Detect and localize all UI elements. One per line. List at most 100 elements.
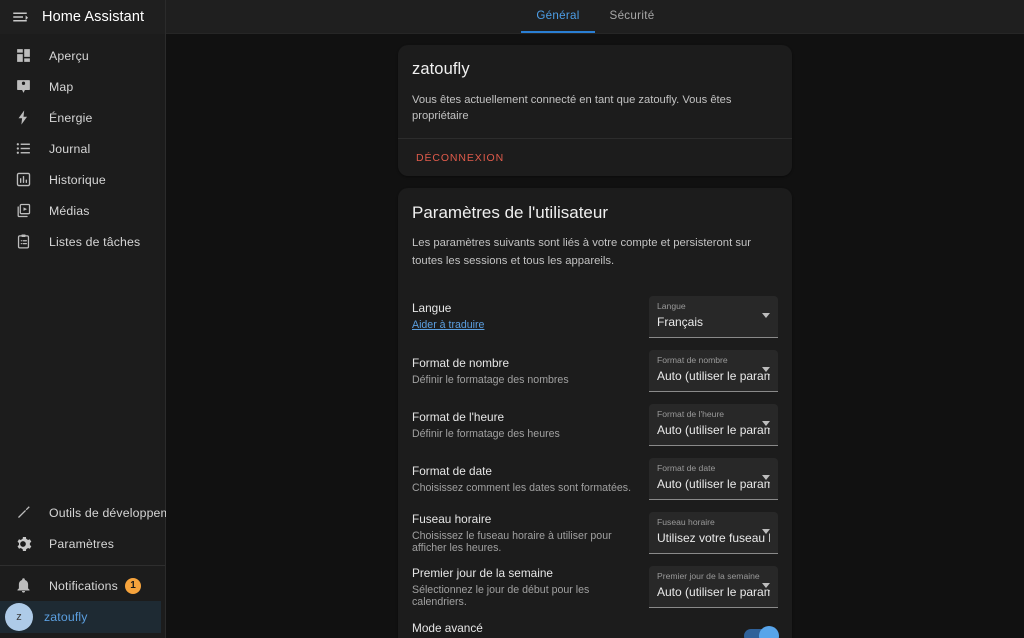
select-value: Utilisez votre fuseau h <box>657 530 770 545</box>
select-label: Langue <box>657 301 686 312</box>
menu-open-icon[interactable] <box>6 3 34 31</box>
tab-general[interactable]: Général <box>521 0 595 33</box>
setting-row-premier-jour-de-la-semaine: Premier jour de la semaine Sélectionnez … <box>412 560 778 614</box>
setting-title: Fuseau horaire <box>412 512 492 527</box>
setting-title: Format de nombre <box>412 356 510 371</box>
setting-description: Choisissez comment les dates sont format… <box>412 482 632 495</box>
setting-title: Premier jour de la semaine <box>412 566 553 581</box>
sidebar-item-medias[interactable]: Médias <box>0 195 161 226</box>
select-label: Format de nombre <box>657 355 728 366</box>
user-settings-title: Paramètres de l'utilisateur <box>412 203 608 223</box>
setting-description: Définir le formatage des heures <box>412 428 560 441</box>
sidebar-item-label: Paramètres <box>49 536 115 551</box>
select-label: Premier jour de la semaine <box>657 571 760 582</box>
account-card-description: Vous êtes actuellement connecté en tant … <box>412 94 732 123</box>
account-card: zatoufly Vous êtes actuellement connecté… <box>398 45 792 177</box>
sidebar-item-label: Journal <box>49 141 91 156</box>
sidebar-item-user-profile[interactable]: z zatoufly <box>0 601 161 633</box>
account-card-title: zatoufly <box>412 60 470 78</box>
format-list-bulleted-icon <box>11 137 35 161</box>
avatar: z <box>5 603 33 631</box>
setting-description: Définir le formatage des nombres <box>412 374 569 387</box>
tab-securite[interactable]: Sécurité <box>595 0 669 33</box>
logout-button[interactable]: DÉCONNEXION <box>410 149 510 167</box>
chevron-down-icon <box>762 313 770 319</box>
help-translate-link[interactable]: Aider à traduire <box>412 319 484 331</box>
sidebar-item-label: Médias <box>49 203 90 218</box>
content-scroll-area[interactable]: zatoufly Vous êtes actuellement connecté… <box>166 34 1024 638</box>
sidebar-header: Home Assistant <box>0 0 165 34</box>
sidebar-item-label: Listes de tâches <box>49 234 141 249</box>
language-select[interactable]: Langue Français <box>649 296 778 339</box>
setting-text: Premier jour de la semaine Sélectionnez … <box>412 566 649 608</box>
clipboard-list-icon <box>11 230 35 254</box>
view-dashboard-icon <box>11 44 35 68</box>
chevron-down-icon <box>762 475 770 481</box>
sidebar-item-outils-de-developpement[interactable]: Outils de développement <box>0 497 188 528</box>
setting-text: Mode avancé Débloque les fonctionnalités… <box>412 621 744 638</box>
map-marker-icon <box>11 75 35 99</box>
account-card-body: zatoufly Vous êtes actuellement connecté… <box>398 45 792 138</box>
sidebar-item-historique[interactable]: Historique <box>0 164 161 195</box>
setting-text: Langue Aider à traduire <box>412 301 649 333</box>
setting-title: Langue <box>412 301 452 316</box>
chevron-down-icon <box>762 529 770 535</box>
date-format-select[interactable]: Format de date Auto (utiliser le param <box>649 458 778 501</box>
sidebar: Home Assistant Aperçu Map Énergie Journa… <box>0 0 188 638</box>
user-settings-body: Paramètres de l'utilisateur Les paramètr… <box>398 188 792 638</box>
setting-title: Format de l'heure <box>412 410 505 425</box>
sidebar-item-listes-de-taches[interactable]: Listes de tâches <box>0 226 161 257</box>
sidebar-divider <box>0 565 165 566</box>
setting-text: Format de nombre Définir le formatage de… <box>412 356 649 386</box>
sidebar-item-journal[interactable]: Journal <box>0 133 161 164</box>
timezone-select[interactable]: Fuseau horaire Utilisez votre fuseau h <box>649 512 778 555</box>
tab-bar: Général Sécurité <box>521 0 669 33</box>
select-value: Auto (utiliser le param <box>657 584 770 599</box>
setting-row-langue: Langue Aider à traduire Langue Français <box>412 290 778 344</box>
setting-description: Choisissez le fuseau horaire à utiliser … <box>412 530 612 555</box>
hammer-icon <box>11 501 35 525</box>
sidebar-item-label: Historique <box>49 172 106 187</box>
main-area: Général Sécurité zatoufly Vous êtes actu… <box>166 0 1024 638</box>
setting-row-format-de-nombre: Format de nombre Définir le formatage de… <box>412 344 778 398</box>
setting-text: Format de l'heure Définir le formatage d… <box>412 410 649 440</box>
bell-icon <box>11 574 35 598</box>
select-label: Format de l'heure <box>657 409 725 420</box>
user-settings-description: Les paramètres suivants sont liés à votr… <box>412 237 752 267</box>
setting-row-format-de-lheure: Format de l'heure Définir le formatage d… <box>412 398 778 452</box>
select-label: Fuseau horaire <box>657 517 715 528</box>
app-bar: Général Sécurité <box>166 0 1024 34</box>
first-weekday-select[interactable]: Premier jour de la semaine Auto (utilise… <box>649 566 778 609</box>
chevron-down-icon <box>762 367 770 373</box>
select-value: Auto (utiliser le param <box>657 368 770 383</box>
sidebar-item-notifications[interactable]: Notifications 1 <box>0 570 161 601</box>
account-card-actions: DÉCONNEXION <box>398 138 792 176</box>
setting-title: Mode avancé <box>412 621 483 636</box>
setting-row-format-de-date: Format de date Choisissez comment les da… <box>412 452 778 506</box>
sidebar-item-label: Énergie <box>49 110 93 125</box>
chevron-down-icon <box>762 583 770 589</box>
user-settings-card: Paramètres de l'utilisateur Les paramètr… <box>398 188 792 638</box>
sidebar-item-parametres[interactable]: Paramètres <box>0 528 161 559</box>
toggle-knob <box>759 626 779 638</box>
sidebar-item-map[interactable]: Map <box>0 71 161 102</box>
setting-title: Format de date <box>412 464 492 479</box>
gear-icon <box>11 532 35 556</box>
sidebar-item-label: Notifications <box>49 578 118 593</box>
setting-row-mode-avance: Mode avancé Débloque les fonctionnalités… <box>412 614 779 638</box>
sidebar-item-label: Aperçu <box>49 48 89 63</box>
time-format-select[interactable]: Format de l'heure Auto (utiliser le para… <box>649 404 778 447</box>
select-value: Auto (utiliser le param <box>657 422 770 437</box>
advanced-mode-toggle[interactable] <box>744 626 779 638</box>
select-value: Français <box>657 314 704 329</box>
chevron-down-icon <box>762 421 770 427</box>
setting-text: Fuseau horaire Choisissez le fuseau hora… <box>412 512 649 554</box>
sidebar-item-apercu[interactable]: Aperçu <box>0 40 161 71</box>
sidebar-item-label: zatoufly <box>44 610 88 624</box>
home-assistant-app: Home Assistant Aperçu Map Énergie Journa… <box>0 0 1024 638</box>
sidebar-item-label: Map <box>49 79 74 94</box>
sidebar-bottom: Outils de développement Paramètres Notif <box>0 497 188 638</box>
sidebar-item-energie[interactable]: Énergie <box>0 102 161 133</box>
number-format-select[interactable]: Format de nombre Auto (utiliser le param <box>649 350 778 393</box>
app-title: Home Assistant <box>42 9 145 25</box>
